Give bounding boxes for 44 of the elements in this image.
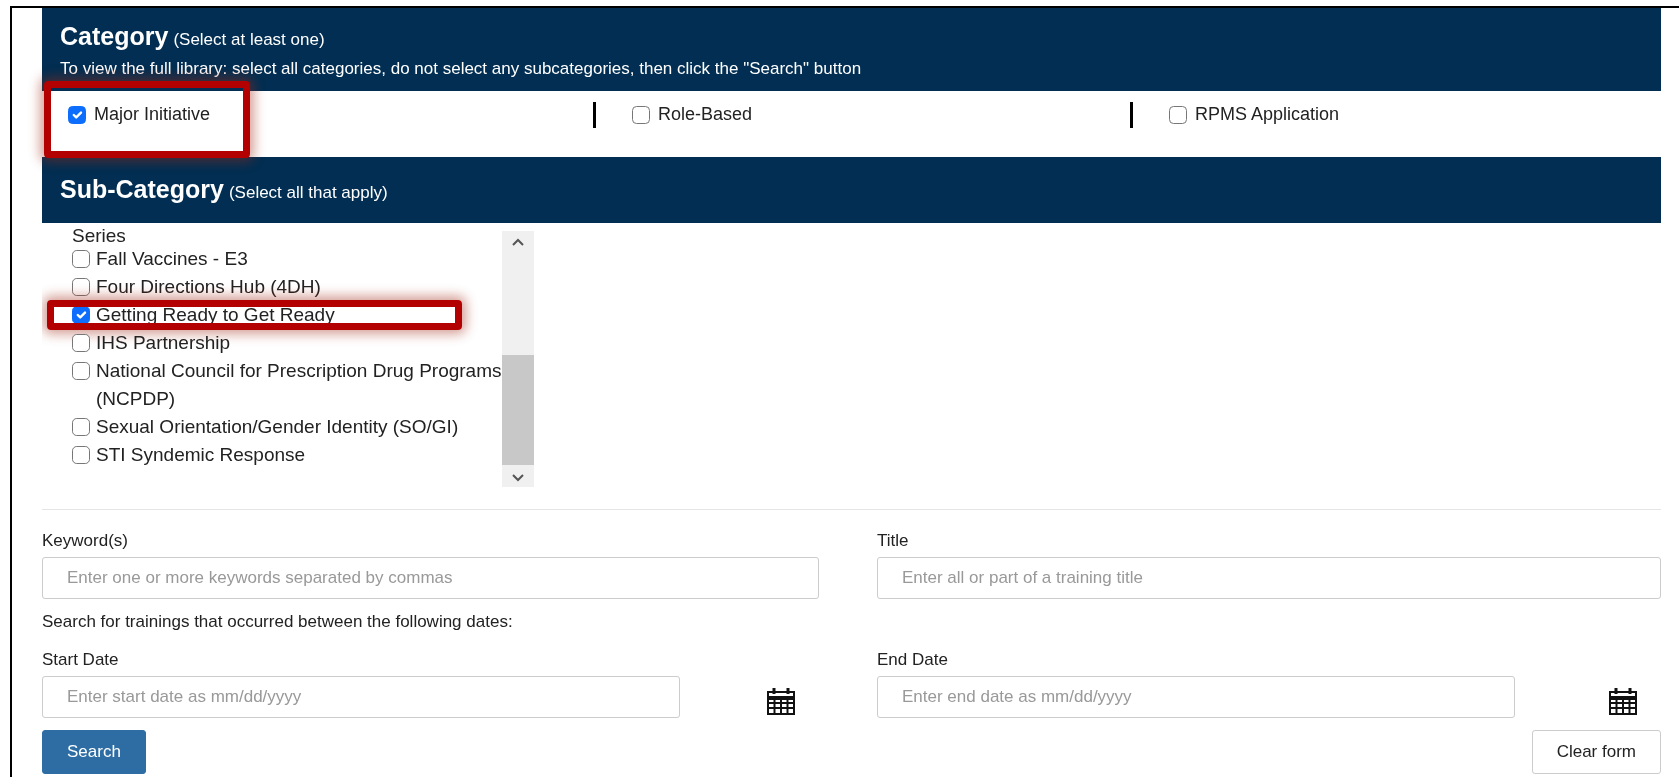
checkbox-label[interactable]: RPMS Application [1195, 101, 1340, 128]
section-hint: (Select at least one) [173, 30, 325, 49]
calendar-icon[interactable] [766, 686, 796, 716]
scroll-up-icon[interactable] [511, 236, 525, 247]
checkbox-label[interactable]: Fall Vaccines - E3 [96, 244, 248, 273]
checkbox-label[interactable]: National Council for Prescription Drug Programs (NCPDP) [96, 356, 502, 413]
checkbox[interactable] [72, 361, 90, 380]
column-divider [1130, 101, 1133, 128]
input-field[interactable]: Enter all or part of a training title [877, 557, 1661, 599]
scroll-thumb[interactable] [502, 354, 534, 465]
checkbox-label[interactable]: Major Initiative [94, 101, 211, 128]
scroll-down-icon[interactable] [511, 472, 525, 483]
checkbox[interactable] [1169, 105, 1187, 124]
field-label: Keyword(s) [42, 529, 129, 552]
section-title: Sub-Category [60, 175, 224, 203]
checkbox[interactable] [72, 417, 90, 436]
helper-text: Search for trainings that occurred between the following dates: [42, 611, 514, 633]
input-field[interactable]: Enter one or more keywords separated by commas [42, 557, 819, 599]
list-item-text: Series [72, 228, 126, 245]
checkbox[interactable] [632, 105, 650, 124]
field-label: End Date [877, 648, 949, 671]
checkbox-label[interactable]: Getting Ready to Get Ready [96, 300, 335, 329]
checkbox[interactable] [72, 277, 90, 296]
calendar-icon[interactable] [1608, 686, 1638, 716]
section-hint: (Select all that apply) [228, 183, 388, 202]
field-label: Start Date [42, 648, 120, 671]
checkbox-label[interactable]: STI Syndemic Response [96, 440, 306, 469]
instructions-text: To view the full library: select all categories, do not select any subcategories, then click the "Search" button [60, 57, 863, 80]
checkbox-label[interactable]: IHS Partnership [96, 328, 231, 357]
input-field[interactable]: Enter end date as mm/dd/yyyy [877, 676, 1515, 718]
search-button[interactable]: Search [42, 730, 146, 774]
checkbox[interactable] [72, 333, 90, 352]
column-divider [593, 101, 596, 128]
input-field[interactable]: Enter start date as mm/dd/yyyy [42, 676, 680, 718]
section-title: Category [60, 22, 169, 50]
checkbox-label[interactable]: Role-Based [658, 101, 753, 128]
checkbox[interactable] [72, 249, 90, 268]
checkbox-label[interactable]: Four Directions Hub (4DH) [96, 272, 321, 301]
checkbox[interactable] [68, 105, 86, 124]
field-label: Title [877, 529, 910, 552]
checkbox[interactable] [72, 445, 90, 464]
checkbox-label[interactable]: Sexual Orientation/Gender Identity (SO/GI) [96, 412, 459, 441]
clear-form-button[interactable]: Clear form [1531, 730, 1661, 774]
scroll-bar[interactable] [502, 230, 534, 487]
